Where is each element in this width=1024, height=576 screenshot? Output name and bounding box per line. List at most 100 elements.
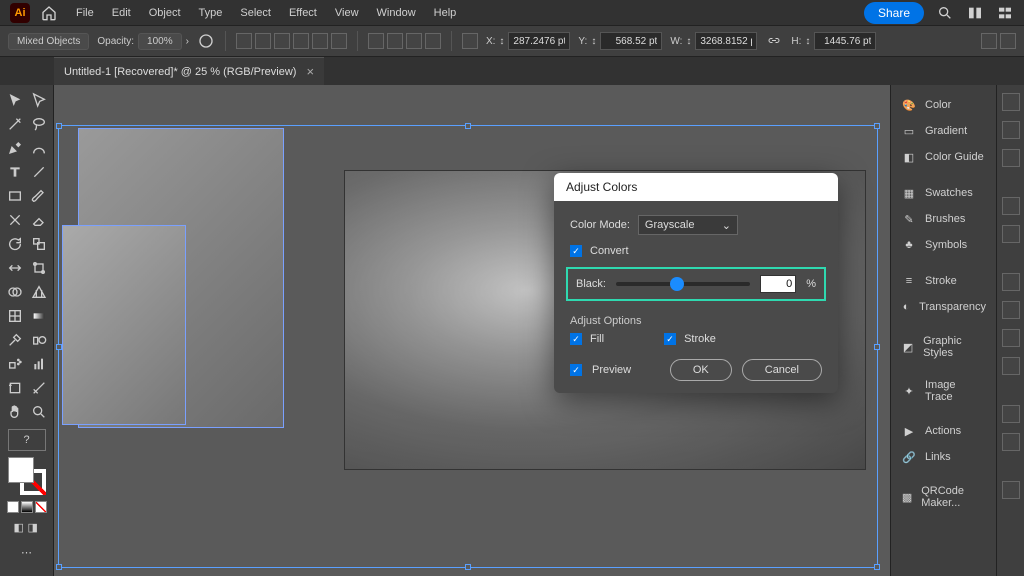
link-wh-icon[interactable] (765, 32, 783, 50)
shaper-tool-icon[interactable] (4, 209, 26, 231)
menu-type[interactable]: Type (191, 3, 231, 23)
selection-tool-icon[interactable] (4, 89, 26, 111)
lasso-tool-icon[interactable] (28, 113, 50, 135)
gradient-tool-icon[interactable] (28, 305, 50, 327)
zoom-tool-icon[interactable] (28, 401, 50, 423)
collapsed-panel-icon-3[interactable] (1002, 149, 1020, 167)
menu-file[interactable]: File (68, 3, 102, 23)
collapsed-panel-icon-9[interactable] (1002, 357, 1020, 375)
w-stepper-icon[interactable]: ↕ (686, 36, 691, 47)
y-stepper-icon[interactable]: ↕ (591, 36, 596, 47)
align-left-icon[interactable] (236, 33, 252, 49)
align-right-icon[interactable] (274, 33, 290, 49)
width-tool-icon[interactable] (4, 257, 26, 279)
panel-color-guide[interactable]: ◧Color Guide (891, 145, 996, 169)
share-button[interactable]: Share (864, 2, 924, 24)
menu-object[interactable]: Object (141, 3, 189, 23)
type-tool-icon[interactable] (4, 161, 26, 183)
hand-tool-icon[interactable] (4, 401, 26, 423)
collapsed-panel-icon-8[interactable] (1002, 329, 1020, 347)
pen-tool-icon[interactable] (4, 137, 26, 159)
align-top-icon[interactable] (293, 33, 309, 49)
perspective-grid-tool-icon[interactable] (28, 281, 50, 303)
shape-builder-tool-icon[interactable] (4, 281, 26, 303)
panel-image-trace[interactable]: ✦Image Trace (891, 375, 996, 407)
cancel-button[interactable]: Cancel (742, 359, 822, 381)
collapsed-panel-icon-10[interactable] (1002, 405, 1020, 423)
x-stepper-icon[interactable]: ↕ (499, 36, 504, 47)
search-icon[interactable] (936, 4, 954, 22)
arrange-documents-icon[interactable] (966, 4, 984, 22)
panel-menu-icon[interactable] (1000, 33, 1016, 49)
panel-transparency[interactable]: ◐Transparency (891, 295, 996, 319)
draw-normal-icon[interactable]: ◧ (14, 521, 26, 533)
panel-brushes[interactable]: ✎Brushes (891, 207, 996, 231)
stroke-checkbox[interactable]: ✓ (664, 333, 676, 345)
black-value-input[interactable] (760, 275, 796, 293)
panel-graphic-styles[interactable]: ◩Graphic Styles (891, 331, 996, 363)
magic-wand-tool-icon[interactable] (4, 113, 26, 135)
color-mode-select[interactable]: Grayscale ⌄ (638, 215, 738, 235)
recolor-artwork-icon[interactable] (197, 32, 215, 50)
scale-tool-icon[interactable] (28, 233, 50, 255)
panel-gradient[interactable]: ▭Gradient (891, 119, 996, 143)
opacity-value[interactable]: 100% (138, 33, 182, 50)
panel-links[interactable]: 🔗Links (891, 445, 996, 469)
panel-stroke[interactable]: ≡Stroke (891, 269, 996, 293)
menu-edit[interactable]: Edit (104, 3, 139, 23)
direct-selection-tool-icon[interactable] (28, 89, 50, 111)
collapsed-panel-icon-1[interactable] (1002, 93, 1020, 111)
line-segment-tool-icon[interactable] (28, 161, 50, 183)
preview-checkbox[interactable]: ✓ (570, 364, 582, 376)
paintbrush-tool-icon[interactable] (28, 185, 50, 207)
x-input[interactable] (508, 32, 570, 50)
collapsed-panel-icon-6[interactable] (1002, 273, 1020, 291)
eyedropper-tool-icon[interactable] (4, 329, 26, 351)
color-mode-icon[interactable] (7, 501, 19, 513)
ok-button[interactable]: OK (670, 359, 732, 381)
distribute-v-icon[interactable] (387, 33, 403, 49)
blend-tool-icon[interactable] (28, 329, 50, 351)
eraser-tool-icon[interactable] (28, 209, 50, 231)
align-bottom-icon[interactable] (331, 33, 347, 49)
fill-checkbox[interactable]: ✓ (570, 333, 582, 345)
unknown-tool-slot[interactable]: ? (8, 429, 46, 451)
menu-window[interactable]: Window (369, 3, 424, 23)
mesh-tool-icon[interactable] (4, 305, 26, 327)
collapsed-panel-icon-12[interactable] (1002, 481, 1020, 499)
document-tab[interactable]: Untitled-1 [Recovered]* @ 25 % (RGB/Prev… (54, 57, 324, 85)
collapsed-panel-icon-11[interactable] (1002, 433, 1020, 451)
menu-view[interactable]: View (327, 3, 367, 23)
convert-checkbox[interactable]: ✓ (570, 245, 582, 257)
y-input[interactable] (600, 32, 662, 50)
gradient-mode-icon[interactable] (21, 501, 33, 513)
collapsed-panel-icon-2[interactable] (1002, 121, 1020, 139)
distribute-spacing-h-icon[interactable] (406, 33, 422, 49)
transform-anchor-icon[interactable] (462, 33, 478, 49)
canvas[interactable]: Adjust Colors Color Mode: Grayscale ⌄ ✓ … (54, 85, 890, 576)
curvature-tool-icon[interactable] (28, 137, 50, 159)
symbol-sprayer-tool-icon[interactable] (4, 353, 26, 375)
black-slider[interactable] (616, 282, 750, 286)
artboard-tool-icon[interactable] (4, 377, 26, 399)
edit-toolbar-icon[interactable]: ⋯ (16, 541, 38, 563)
panel-swatches[interactable]: ▦Swatches (891, 181, 996, 205)
workspace-switcher-icon[interactable] (996, 4, 1014, 22)
panel-actions[interactable]: ▶Actions (891, 419, 996, 443)
panel-dock-icon[interactable] (981, 33, 997, 49)
close-tab-icon[interactable]: × (306, 64, 314, 79)
free-transform-tool-icon[interactable] (28, 257, 50, 279)
collapsed-panel-icon-4[interactable] (1002, 197, 1020, 215)
distribute-spacing-v-icon[interactable] (425, 33, 441, 49)
opacity-chevron-icon[interactable]: › (186, 36, 189, 47)
menu-select[interactable]: Select (232, 3, 279, 23)
menu-effect[interactable]: Effect (281, 3, 325, 23)
panel-qrcode-maker[interactable]: ▩QRCode Maker... (891, 481, 996, 513)
menu-help[interactable]: Help (426, 3, 465, 23)
panel-symbols[interactable]: ♣Symbols (891, 233, 996, 257)
w-input[interactable] (695, 32, 757, 50)
distribute-h-icon[interactable] (368, 33, 384, 49)
draw-behind-icon[interactable]: ◨ (28, 521, 40, 533)
fill-swatch[interactable] (8, 457, 34, 483)
panel-color[interactable]: 🎨Color (891, 93, 996, 117)
